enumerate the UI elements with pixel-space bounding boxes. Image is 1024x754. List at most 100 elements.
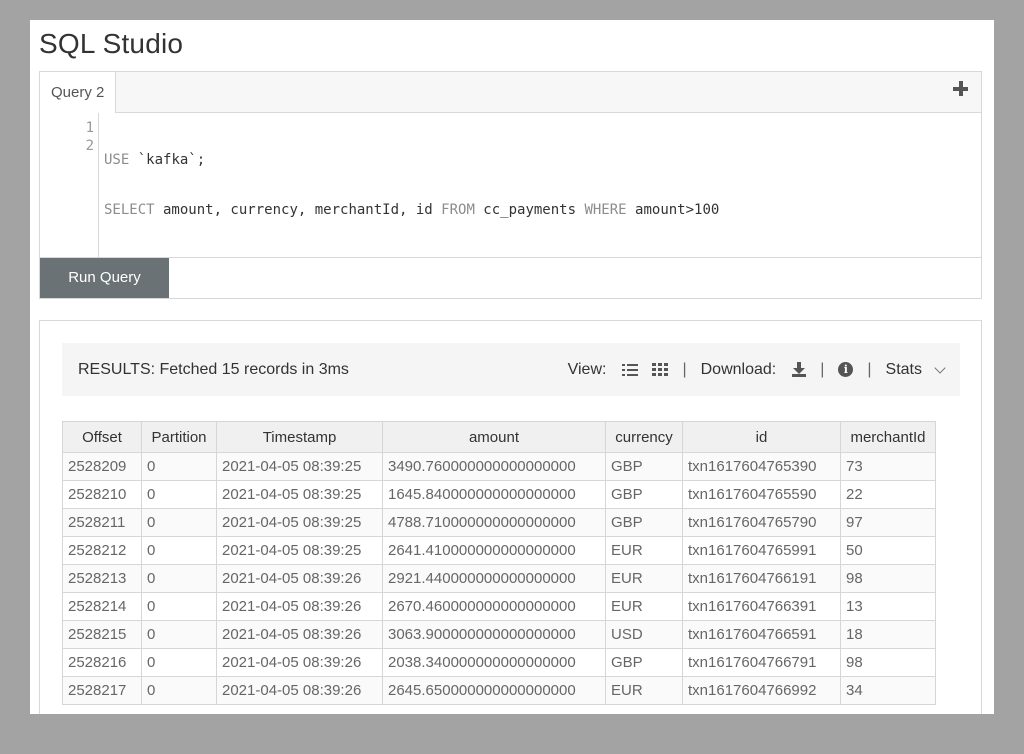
stats-dropdown[interactable]: Stats	[886, 361, 922, 379]
table-cell: 2528217	[62, 676, 142, 705]
table-cell: 2021-04-05 08:39:26	[216, 564, 383, 593]
table-cell: 98	[840, 648, 936, 677]
table-cell: 50	[840, 536, 936, 565]
info-icon[interactable]: i	[838, 362, 854, 377]
column-header[interactable]: currency	[605, 421, 683, 453]
results-summary: RESULTS: Fetched 15 records in 3ms	[78, 361, 349, 378]
table-cell: 0	[141, 620, 217, 649]
table-cell: 2021-04-05 08:39:26	[216, 648, 383, 677]
table-cell: 22	[840, 480, 936, 509]
code-line-1: USE `kafka`;	[104, 151, 719, 169]
keyword-token: USE	[104, 152, 130, 168]
code-token: amount, currency, merchantId, id	[154, 202, 442, 218]
table-cell: txn1617604766391	[682, 592, 841, 621]
plus-icon[interactable]	[952, 80, 970, 98]
page-title: SQL Studio	[39, 28, 184, 59]
query-editor-panel: Query 2 1 2 USE `kafka`; SELECT amount, …	[39, 71, 982, 299]
line-number-gutter: 1 2	[40, 113, 99, 257]
table-cell: 2528214	[62, 592, 142, 621]
sql-studio-window: SQL Studio Query 2 1 2 USE `kafka`; SELE…	[30, 20, 994, 714]
column-header[interactable]: merchantId	[840, 421, 936, 453]
column-header[interactable]: id	[682, 421, 841, 453]
table-cell: 2021-04-05 08:39:26	[216, 620, 383, 649]
table-cell: EUR	[605, 536, 683, 565]
table-row[interactable]: 2528214 0 2021-04-05 08:39:26 2670.46000000…	[62, 592, 936, 621]
column-header[interactable]: amount	[382, 421, 606, 453]
results-toolbar: RESULTS: Fetched 15 records in 3ms View:…	[62, 343, 960, 396]
list-view-icon[interactable]	[622, 363, 639, 377]
table-body: 2528209 0 2021-04-05 08:39:25 3490.76000000…	[62, 452, 936, 705]
table-cell: 2038.340000000000000000	[382, 648, 606, 677]
table-row[interactable]: 2528216 0 2021-04-05 08:39:26 2038.34000000…	[62, 648, 936, 677]
table-cell: txn1617604766791	[682, 648, 841, 677]
table-cell: 98	[840, 564, 936, 593]
table-cell: 73	[840, 452, 936, 481]
grid-view-icon[interactable]	[652, 362, 669, 377]
keyword-token: FROM	[441, 202, 475, 218]
code-token: `kafka`;	[129, 152, 206, 168]
table-cell: 2021-04-05 08:39:25	[216, 452, 383, 481]
keyword-token: SELECT	[104, 202, 155, 218]
table-cell: 0	[141, 480, 217, 509]
code-token: amount>100	[626, 202, 720, 218]
results-tools: View: | Download: | i | Stats	[567, 343, 946, 396]
table-cell: 2021-04-05 08:39:25	[216, 508, 383, 537]
table-cell: 2528211	[62, 508, 142, 537]
table-cell: 2528209	[62, 452, 142, 481]
table-cell: 0	[141, 536, 217, 565]
table-cell: 18	[840, 620, 936, 649]
table-cell: 2528216	[62, 648, 142, 677]
table-cell: EUR	[605, 564, 683, 593]
table-cell: 2528210	[62, 480, 142, 509]
table-cell: 2021-04-05 08:39:26	[216, 676, 383, 705]
results-table: Offset Partition Timestamp amount curren…	[62, 421, 936, 705]
table-cell: 2021-04-05 08:39:25	[216, 480, 383, 509]
table-cell: 2528213	[62, 564, 142, 593]
table-row[interactable]: 2528209 0 2021-04-05 08:39:25 3490.76000000…	[62, 452, 936, 481]
table-cell: txn1617604765991	[682, 536, 841, 565]
table-cell: 2641.410000000000000000	[382, 536, 606, 565]
query-tab-bar: Query 2	[40, 72, 981, 113]
table-cell: 0	[141, 452, 217, 481]
table-cell: 2921.440000000000000000	[382, 564, 606, 593]
table-cell: 2645.650000000000000000	[382, 676, 606, 705]
table-cell: 0	[141, 508, 217, 537]
view-label: View:	[567, 360, 607, 378]
separator: |	[867, 360, 872, 378]
table-cell: GBP	[605, 480, 683, 509]
table-cell: USD	[605, 620, 683, 649]
line-number: 2	[85, 138, 94, 154]
column-header[interactable]: Partition	[141, 421, 217, 453]
table-cell: txn1617604766591	[682, 620, 841, 649]
table-row[interactable]: 2528212 0 2021-04-05 08:39:25 2641.41000000…	[62, 536, 936, 565]
table-row[interactable]: 2528211 0 2021-04-05 08:39:25 4788.71000000…	[62, 508, 936, 537]
column-header[interactable]: Offset	[62, 421, 142, 453]
code-line-2: SELECT amount, currency, merchantId, id …	[104, 201, 719, 219]
table-cell: EUR	[605, 592, 683, 621]
table-header-row: Offset Partition Timestamp amount curren…	[62, 421, 936, 453]
sql-code[interactable]: USE `kafka`; SELECT amount, currency, me…	[104, 119, 719, 251]
table-row[interactable]: 2528210 0 2021-04-05 08:39:25 1645.84000000…	[62, 480, 936, 509]
table-cell: txn1617604766191	[682, 564, 841, 593]
sql-editor[interactable]: 1 2 USE `kafka`; SELECT amount, currency…	[40, 113, 981, 258]
download-label: Download:	[700, 360, 777, 378]
results-panel: RESULTS: Fetched 15 records in 3ms View:…	[39, 320, 982, 714]
chevron-down-icon[interactable]	[934, 361, 946, 374]
tab-query-2[interactable]: Query 2	[40, 72, 117, 113]
table-row[interactable]: 2528215 0 2021-04-05 08:39:26 3063.90000000…	[62, 620, 936, 649]
table-cell: 0	[141, 592, 217, 621]
separator: |	[820, 360, 825, 378]
table-cell: GBP	[605, 648, 683, 677]
table-cell: txn1617604765590	[682, 480, 841, 509]
table-cell: 2021-04-05 08:39:26	[216, 592, 383, 621]
table-row[interactable]: 2528213 0 2021-04-05 08:39:26 2921.44000000…	[62, 564, 936, 593]
download-icon[interactable]	[792, 362, 807, 377]
run-query-button[interactable]: Run Query	[40, 258, 169, 298]
table-cell: 97	[840, 508, 936, 537]
table-row[interactable]: 2528217 0 2021-04-05 08:39:26 2645.65000000…	[62, 676, 936, 705]
table-cell: 0	[141, 648, 217, 677]
table-cell: 0	[141, 676, 217, 705]
line-number: 1	[85, 120, 94, 136]
table-cell: 4788.710000000000000000	[382, 508, 606, 537]
column-header[interactable]: Timestamp	[216, 421, 383, 453]
